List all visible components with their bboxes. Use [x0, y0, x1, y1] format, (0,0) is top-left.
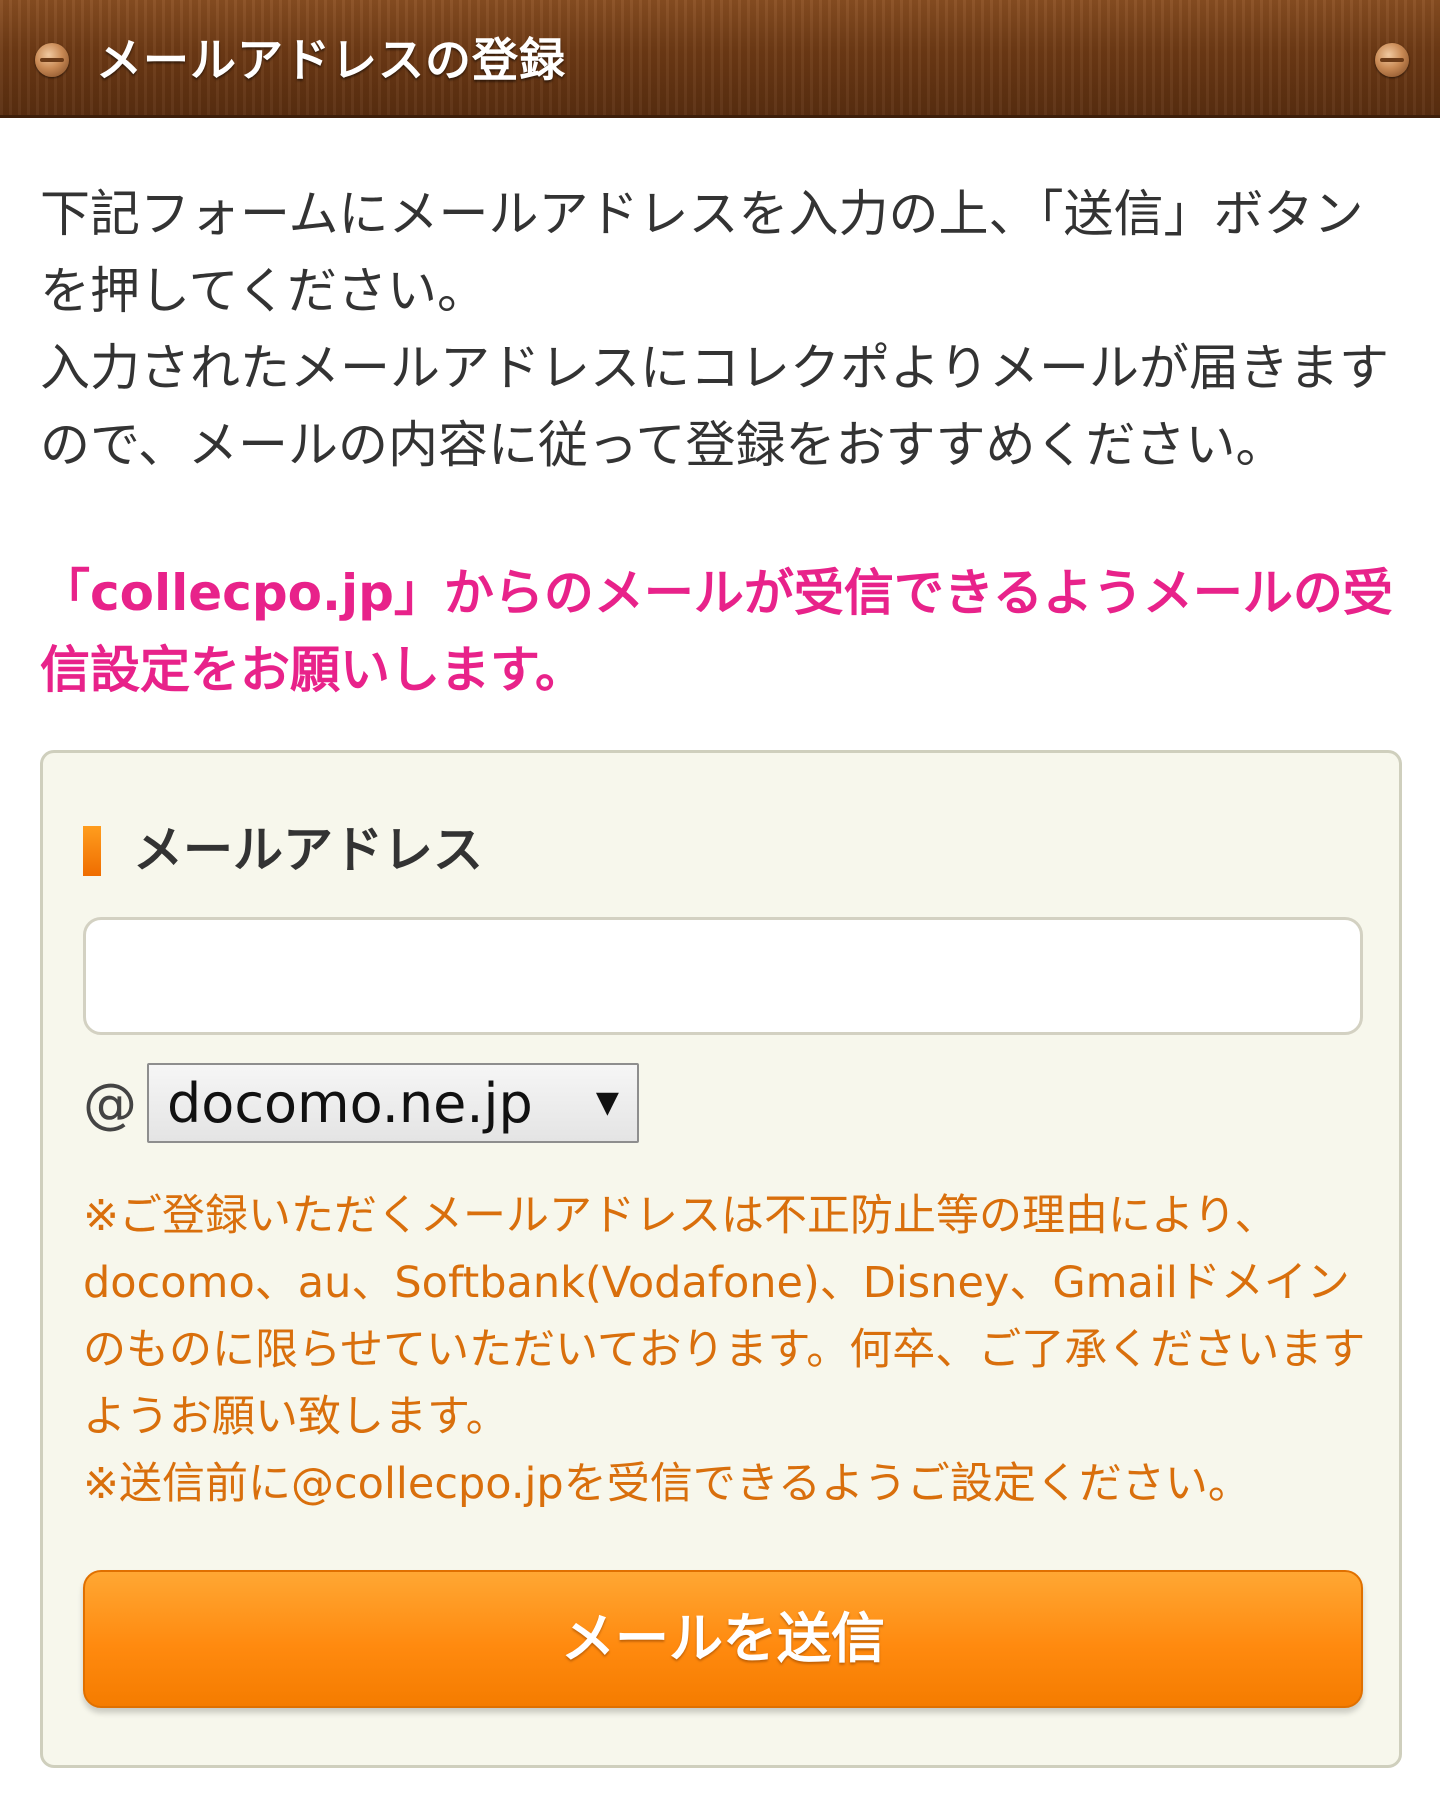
page-header: メールアドレスの登録: [0, 0, 1440, 118]
chevron-down-icon: ▼: [595, 1085, 619, 1120]
instructions-text: 下記フォームにメールアドレスを入力の上、「送信」ボタンを押してください。 入力さ…: [40, 176, 1400, 484]
domain-select-value: docomo.ne.jp: [167, 1072, 533, 1135]
domain-select[interactable]: docomo.ne.jp ▼: [147, 1063, 639, 1143]
field-marker-bar: [83, 826, 101, 876]
rivet-icon: [1375, 43, 1409, 77]
rivet-icon: [35, 43, 69, 77]
page-title: メールアドレスの登録: [96, 33, 566, 87]
send-email-button[interactable]: メールを送信: [83, 1570, 1363, 1708]
email-form-panel: メールアドレス @ docomo.ne.jp ▼ ※ご登録いただくメールアドレス…: [40, 750, 1402, 1768]
instructions-body: 下記フォームにメールアドレスを入力の上、「送信」ボタンを押してください。 入力さ…: [40, 185, 1389, 474]
email-field-label: メールアドレス: [133, 821, 483, 879]
at-sign: @: [83, 1072, 137, 1135]
receive-settings-notice: 「collecpo.jp」からのメールが受信できるようメールの受信設定をお願いし…: [40, 564, 1393, 699]
email-local-part-input[interactable]: [83, 917, 1363, 1035]
domain-disclaimer: ※ご登録いただくメールアドレスは不正防止等の理由により、docomo、au、So…: [83, 1191, 1366, 1509]
